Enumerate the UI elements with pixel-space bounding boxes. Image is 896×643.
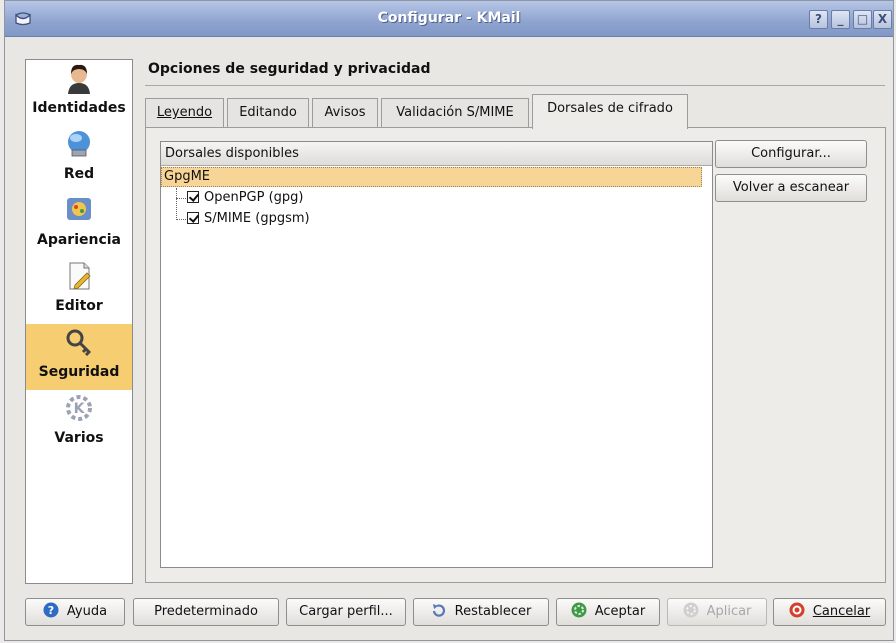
close-button[interactable]: X — [873, 10, 892, 29]
button-label: Cancelar — [812, 604, 871, 619]
cancel-icon — [789, 602, 805, 618]
defaults-button[interactable]: Predeterminado — [133, 598, 279, 626]
tab-label: Dorsales de cifrado — [547, 101, 673, 116]
help-icon: ? — [43, 602, 59, 618]
checkbox-checked-icon[interactable] — [187, 191, 199, 203]
sidebar-item-seguridad[interactable]: Seguridad — [26, 324, 132, 390]
ok-button[interactable]: Aceptar — [556, 598, 660, 626]
tab-label: Leyendo — [156, 105, 213, 120]
list-item-label: OpenPGP (gpg) — [204, 190, 304, 205]
tab-label: Validación S/MIME — [396, 105, 514, 120]
button-label: Restablecer — [454, 604, 532, 619]
configure-button[interactable]: Configurar... — [715, 140, 867, 168]
help-title-button[interactable]: ? — [809, 10, 828, 29]
rescan-button[interactable]: Volver a escanear — [715, 174, 867, 202]
button-label: Aceptar — [594, 604, 646, 619]
sidebar-item-identidades[interactable]: Identidades — [26, 60, 132, 126]
button-label: Aplicar — [706, 604, 752, 619]
ok-check-icon — [571, 602, 587, 618]
globe-network-icon — [68, 131, 90, 157]
tab-dorsales-de-cifrado[interactable]: Dorsales de cifrado — [532, 94, 688, 129]
tree-branch-line — [176, 188, 177, 220]
sidebar: Identidades Red Apariencia Editor Seguri… — [25, 59, 133, 584]
undo-arrow-icon — [432, 604, 445, 617]
tab-label: Avisos — [324, 105, 366, 120]
load-profile-button[interactable]: Cargar perfil... — [286, 598, 406, 626]
tree-branch-line — [176, 198, 186, 199]
window-title: Configurar - KMail — [377, 10, 521, 26]
list-item-label: S/MIME (gpgsm) — [204, 211, 310, 226]
svg-text:K: K — [74, 401, 86, 417]
sidebar-item-label: Editor — [55, 298, 103, 314]
list-column-header[interactable]: Dorsales disponibles — [161, 142, 712, 166]
tab-validacion-smime[interactable]: Validación S/MIME — [381, 98, 529, 128]
minimize-button[interactable]: _ — [831, 10, 850, 29]
sidebar-item-label: Red — [63, 166, 95, 182]
button-label: Ayuda — [66, 604, 108, 619]
list-item-smime[interactable]: S/MIME (gpgsm) — [187, 209, 310, 229]
kde-gear-icon: K — [66, 395, 92, 421]
svg-text:?: ? — [48, 604, 54, 617]
sidebar-item-apariencia[interactable]: Apariencia — [26, 192, 132, 258]
palette-icon — [67, 198, 91, 220]
title-bar[interactable]: Configurar - KMail ? _ □ X — [5, 1, 893, 37]
tab-avisos[interactable]: Avisos — [312, 98, 378, 128]
apply-button: Aplicar — [667, 598, 767, 626]
cancel-button[interactable]: Cancelar — [773, 598, 886, 626]
list-group-gpgme[interactable]: GpgME — [161, 167, 702, 187]
document-pen-icon — [69, 262, 91, 290]
page-title: Opciones de seguridad y privacidad — [148, 61, 431, 77]
sidebar-item-red[interactable]: Red — [26, 126, 132, 192]
sidebar-item-label: Identidades — [32, 100, 126, 116]
sidebar-item-label: Varios — [54, 430, 104, 446]
tree-branch-line — [176, 219, 186, 220]
checkbox-checked-icon[interactable] — [187, 212, 199, 224]
list-item-openpgp[interactable]: OpenPGP (gpg) — [187, 188, 304, 208]
help-button[interactable]: ? Ayuda — [25, 598, 125, 626]
dialog-window: Configurar - KMail ? _ □ X Identidades R… — [4, 0, 894, 641]
backends-list[interactable]: Dorsales disponibles GpgME OpenPGP (gpg)… — [160, 141, 713, 568]
header-divider — [145, 85, 885, 86]
person-icon — [68, 64, 90, 94]
maximize-button[interactable]: □ — [853, 10, 872, 29]
reset-button[interactable]: Restablecer — [413, 598, 549, 626]
sidebar-item-label: Seguridad — [38, 364, 120, 380]
tab-leyendo[interactable]: Leyendo — [145, 98, 224, 128]
apply-icon — [683, 602, 699, 618]
sidebar-item-editor[interactable]: Editor — [26, 258, 132, 324]
sidebar-item-varios[interactable]: K Varios — [26, 390, 132, 456]
tab-label: Editando — [239, 105, 297, 120]
key-lock-icon — [66, 329, 92, 357]
tab-editando[interactable]: Editando — [227, 98, 309, 128]
sidebar-item-label: Apariencia — [36, 232, 121, 248]
